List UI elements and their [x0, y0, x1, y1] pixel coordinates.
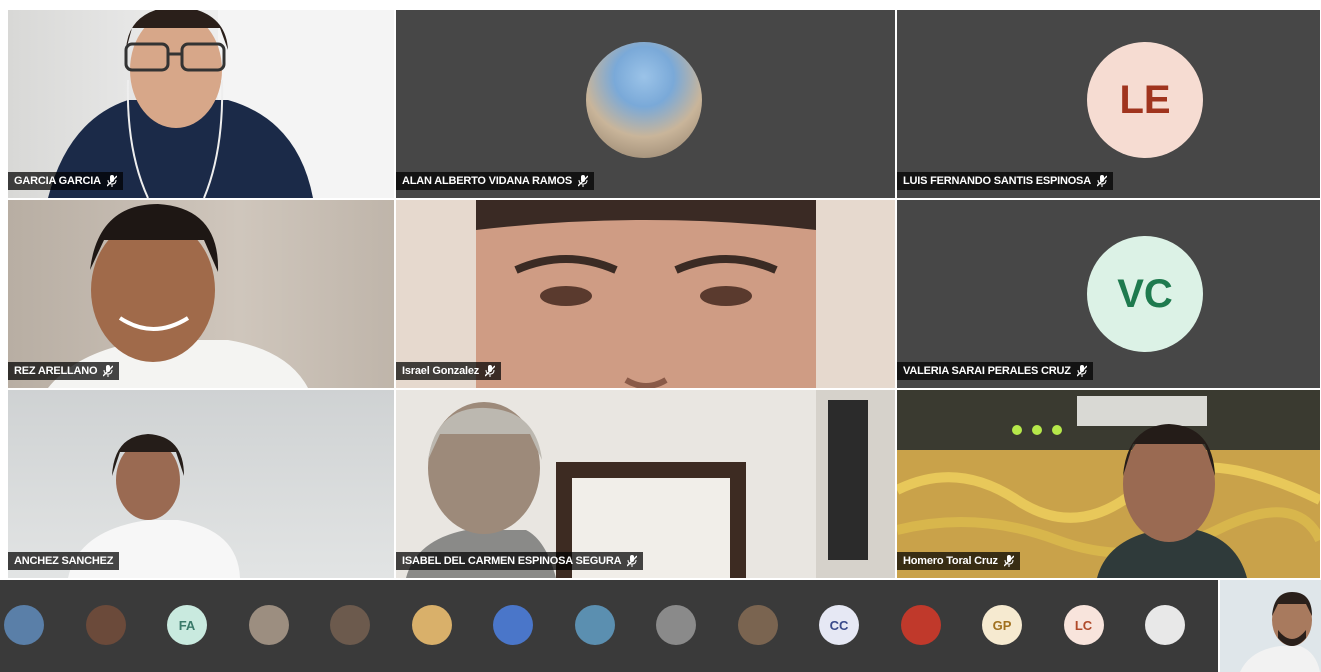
strip-participant-avatar[interactable] [656, 605, 696, 645]
participant-tile[interactable]: GARCIA GARCIA [8, 10, 394, 198]
participant-video [68, 434, 240, 578]
participant-tile[interactable]: ISABEL DEL CARMEN ESPINOSA SEGURA [396, 390, 895, 578]
strip-participant-avatar[interactable] [248, 605, 289, 645]
participant-tile[interactable]: ANCHEZ SANCHEZ [8, 390, 394, 578]
participant-video [897, 390, 1320, 578]
participant-name-label: Israel Gonzalez [396, 362, 502, 380]
participant-name: ISABEL DEL CARMEN ESPINOSA SEGURA [402, 555, 622, 567]
strip-participant-avatar[interactable] [85, 605, 126, 645]
participant-name-label: REZ ARELLANO [8, 362, 120, 380]
participant-video [476, 200, 816, 388]
mic-off-icon [485, 365, 496, 377]
participant-name-label: ANCHEZ SANCHEZ [8, 552, 120, 570]
mic-off-icon [577, 175, 588, 187]
mic-off-icon [1003, 555, 1014, 567]
participant-name-label: Homero Toral Cruz [897, 552, 1020, 570]
mic-off-icon [627, 555, 638, 567]
mic-off-icon [106, 175, 117, 187]
participant-name: VALERIA SARAI PERALES CRUZ [903, 365, 1071, 377]
strip-participant-avatar[interactable]: LC [1063, 605, 1104, 645]
participant-tile[interactable]: VC VALERIA SARAI PERALES CRUZ [897, 200, 1320, 388]
participant-tile[interactable]: ALAN ALBERTO VIDANA RAMOS [396, 10, 895, 198]
participant-avatar: VC [1087, 236, 1203, 352]
strip-participant-avatar[interactable]: CC [819, 605, 859, 645]
participant-video [48, 204, 308, 388]
strip-participant-avatar[interactable] [574, 605, 615, 645]
participant-video [406, 390, 895, 578]
participant-name: REZ ARELLANO [14, 365, 98, 377]
participant-name-label: LUIS FERNANDO SANTIS ESPINOSA [897, 172, 1113, 190]
strip-participant-avatar[interactable] [900, 605, 941, 645]
participant-name: Homero Toral Cruz [903, 555, 998, 567]
mic-off-icon [1096, 175, 1107, 187]
participant-avatar [586, 42, 702, 158]
participant-name-label: ALAN ALBERTO VIDANA RAMOS [396, 172, 594, 190]
mic-off-icon [1076, 365, 1087, 377]
self-video [1220, 580, 1321, 672]
strip-participant-avatar[interactable]: FA [167, 605, 207, 645]
mic-off-icon [103, 365, 114, 377]
video-grid: GARCIA GARCIA ALAN ALBERTO VIDANA RAMOS … [8, 10, 1320, 578]
strip-participant-avatar[interactable] [737, 605, 778, 645]
participant-tile[interactable]: Israel Gonzalez [396, 200, 895, 388]
participant-name: ALAN ALBERTO VIDANA RAMOS [402, 175, 572, 187]
participant-avatar: LE [1087, 42, 1203, 158]
strip-participant-avatar[interactable] [330, 605, 370, 645]
participant-video [48, 10, 394, 198]
participant-tile[interactable]: REZ ARELLANO [8, 200, 394, 388]
participant-name: GARCIA GARCIA [14, 175, 101, 187]
participant-name: Israel Gonzalez [402, 365, 480, 377]
participant-name-label: ISABEL DEL CARMEN ESPINOSA SEGURA [396, 552, 644, 570]
participant-name: LUIS FERNANDO SANTIS ESPINOSA [903, 175, 1091, 187]
strip-participant-avatar[interactable] [411, 605, 452, 645]
strip-participant-avatar[interactable]: GP [982, 605, 1022, 645]
participant-tile[interactable]: LE LUIS FERNANDO SANTIS ESPINOSA [897, 10, 1320, 198]
participant-name-label: GARCIA GARCIA [8, 172, 123, 190]
strip-participant-avatar[interactable] [4, 605, 44, 645]
strip-participant-avatar[interactable] [1145, 605, 1185, 645]
participant-name: ANCHEZ SANCHEZ [14, 555, 114, 567]
participant-tile[interactable]: Homero Toral Cruz [897, 390, 1320, 578]
participant-name-label: VALERIA SARAI PERALES CRUZ [897, 362, 1093, 380]
strip-participant-avatar[interactable] [493, 605, 533, 645]
self-view[interactable] [1220, 580, 1321, 672]
